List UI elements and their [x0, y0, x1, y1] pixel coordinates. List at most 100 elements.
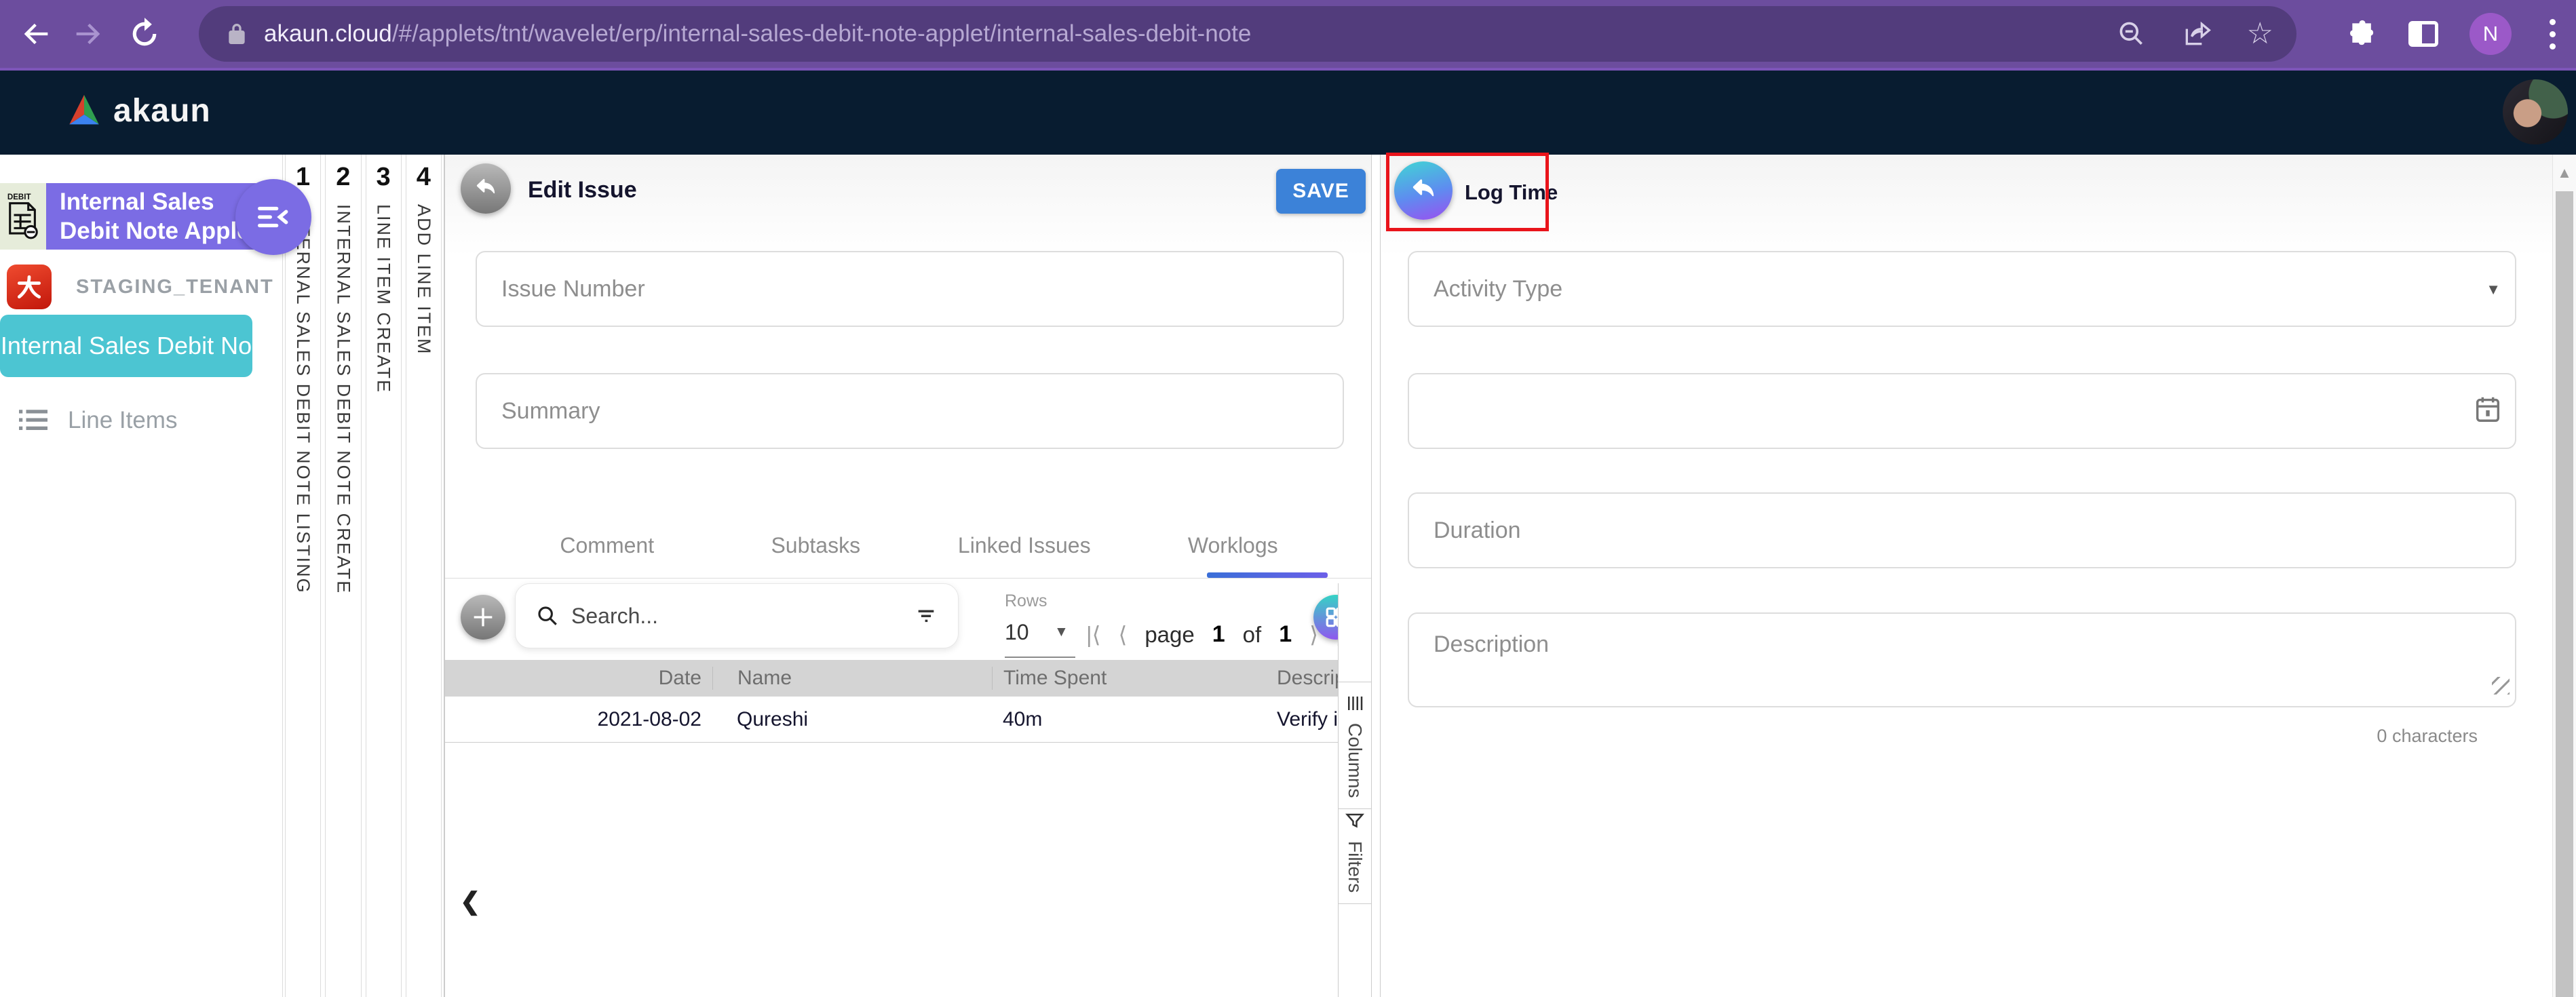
tab-linked-issues[interactable]: Linked Issues [920, 513, 1129, 578]
rows-per-page-select[interactable]: 10 [1005, 620, 1029, 645]
tab-subtasks[interactable]: Subtasks [712, 513, 921, 578]
date-field[interactable] [1408, 373, 2516, 449]
page-scrollbar[interactable]: ▲ [2552, 155, 2576, 997]
profile-avatar-button[interactable]: N [2469, 13, 2512, 55]
filters-label: Filters [1344, 841, 1366, 893]
tabs-scroll-left-button[interactable]: ❮ [460, 887, 480, 916]
svg-text:DEBIT: DEBIT [7, 193, 31, 201]
columns-label: Columns [1344, 723, 1366, 798]
tab-comment[interactable]: Comment [503, 513, 712, 578]
cell-name: Qureshi [712, 708, 992, 731]
tenant-row[interactable]: STAGING_TENANT [7, 265, 274, 309]
first-page-button[interactable]: |⟨ [1086, 621, 1100, 648]
pagination: |⟨ ⟨ page 1 of 1 ⟩ ⟩| [1086, 621, 1350, 648]
akaun-logo-icon [64, 93, 104, 130]
wizard-tab-3[interactable]: 3 LINE ITEM CREATE [366, 155, 402, 997]
applet-header: DEBIT Internal Sales Debit Note Applet [0, 183, 271, 250]
col-header-time-spent[interactable]: Time Spent [992, 667, 1277, 690]
page-word: page [1145, 622, 1194, 648]
rows-label: Rows [1005, 591, 1047, 611]
menu-collapse-icon [256, 203, 290, 231]
wizard-tab-strip: 1 INTERNAL SALES DEBIT NOTE LISTING 2 IN… [283, 155, 444, 997]
filters-icon [1345, 811, 1365, 832]
worklog-search[interactable] [515, 583, 959, 648]
save-button[interactable]: SAVE [1276, 169, 1366, 214]
activity-type-select[interactable] [1408, 251, 2516, 327]
prev-page-button[interactable]: ⟨ [1118, 621, 1127, 648]
col-header-description[interactable]: Descript [1277, 667, 1339, 690]
app-header: akaun [0, 71, 2576, 155]
summary-field[interactable] [476, 373, 1344, 449]
user-avatar[interactable] [2503, 79, 2568, 144]
columns-button[interactable]: Columns [1339, 682, 1371, 809]
activity-type-caret-icon[interactable]: ▼ [2486, 281, 2501, 298]
textarea-resize-handle[interactable] [2492, 677, 2510, 695]
wizard-tab-label: ADD LINE ITEM [413, 204, 434, 355]
issue-tabs: Comment Subtasks Linked Issues Worklogs [503, 513, 1337, 578]
filter-lines-icon[interactable] [915, 604, 938, 627]
side-panel-button[interactable] [2408, 21, 2438, 47]
browser-back-button[interactable] [12, 0, 60, 68]
refresh-icon [127, 16, 162, 52]
columns-icon [1345, 693, 1365, 713]
address-bar[interactable]: akaun.cloud/#/applets/tnt/wavelet/erp/in… [199, 6, 2296, 62]
add-worklog-button[interactable] [461, 595, 505, 640]
rows-caret-icon[interactable]: ▼ [1054, 624, 1069, 640]
plus-icon [469, 604, 497, 631]
wizard-tab-4[interactable]: 4 ADD LINE ITEM [406, 155, 442, 997]
wizard-tab-1[interactable]: 1 INTERNAL SALES DEBIT NOTE LISTING [285, 155, 321, 997]
back-arrow-icon [473, 176, 499, 201]
browser-forward-button[interactable] [64, 0, 112, 68]
bookmark-star-button[interactable]: ☆ [2247, 19, 2273, 49]
cell-date: 2021-08-02 [445, 708, 712, 731]
worklog-table-header: Date Name Time Spent Descript [445, 660, 1339, 697]
worklog-table: Date Name Time Spent Descript 2021-08-02… [445, 660, 1339, 743]
back-icon [18, 16, 54, 52]
lock-icon [223, 20, 250, 47]
url-path: /#/applets/tnt/wavelet/erp/internal-sale… [392, 20, 1252, 47]
sidebar-item-internal-sales-debit-note[interactable]: Internal Sales Debit No [0, 315, 252, 377]
rows-select-underline [1005, 657, 1075, 658]
log-time-panel: Log Time ▼ 0 characters [1380, 155, 2552, 997]
edit-issue-back-button[interactable] [461, 163, 511, 214]
tab-worklogs[interactable]: Worklogs [1129, 513, 1338, 578]
akaun-logo: akaun [64, 92, 211, 130]
worklog-table-row[interactable]: 2021-08-02 Qureshi 40m Verify in [445, 697, 1339, 743]
tabs-divider [445, 578, 1371, 579]
wizard-tab-number: 4 [417, 163, 431, 192]
browser-refresh-button[interactable] [121, 0, 168, 68]
scrollbar-thumb[interactable] [2556, 191, 2573, 997]
wizard-tab-number: 3 [377, 163, 391, 192]
wizard-tab-label: LINE ITEM CREATE [373, 204, 394, 393]
content-area: DEBIT Internal Sales Debit Note Applet [0, 155, 2576, 997]
tenant-name: STAGING_TENANT [76, 276, 274, 298]
of-word: of [1243, 622, 1262, 648]
duration-field[interactable] [1408, 492, 2516, 568]
issue-number-field[interactable] [476, 251, 1344, 327]
zoom-out-button[interactable] [2117, 19, 2147, 49]
search-input[interactable] [571, 604, 915, 629]
calendar-icon[interactable] [2472, 393, 2503, 425]
wizard-tab-label: INTERNAL SALES DEBIT NOTE CREATE [332, 204, 353, 594]
search-icon [536, 604, 559, 627]
filters-button[interactable]: Filters [1339, 800, 1371, 904]
extensions-puzzle-button[interactable] [2347, 19, 2377, 49]
col-header-name[interactable]: Name [712, 667, 992, 690]
cell-description: Verify in [1277, 708, 1339, 731]
list-icon [19, 408, 47, 433]
logo-text: akaun [113, 92, 211, 130]
forward-icon [71, 16, 106, 52]
wizard-tab-number: 2 [336, 163, 350, 192]
browser-menu-button[interactable] [2543, 19, 2562, 50]
applet-icon: DEBIT [0, 183, 46, 250]
edit-issue-panel: Edit Issue SAVE ❮ ❯ Comment Subtasks Lin… [444, 155, 1372, 997]
sidebar-item-line-items[interactable]: Line Items [19, 407, 177, 434]
description-textarea[interactable] [1408, 612, 2516, 707]
scrollbar-up-arrow[interactable]: ▲ [2553, 164, 2576, 182]
share-button[interactable] [2182, 19, 2212, 49]
wizard-tab-2[interactable]: 2 INTERNAL SALES DEBIT NOTE CREATE [325, 155, 361, 997]
col-header-date[interactable]: Date [445, 667, 712, 690]
annotation-highlight-box [1386, 153, 1549, 231]
wizard-tab-label: INTERNAL SALES DEBIT NOTE LISTING [292, 204, 313, 594]
sidebar-collapse-button[interactable] [235, 179, 311, 255]
